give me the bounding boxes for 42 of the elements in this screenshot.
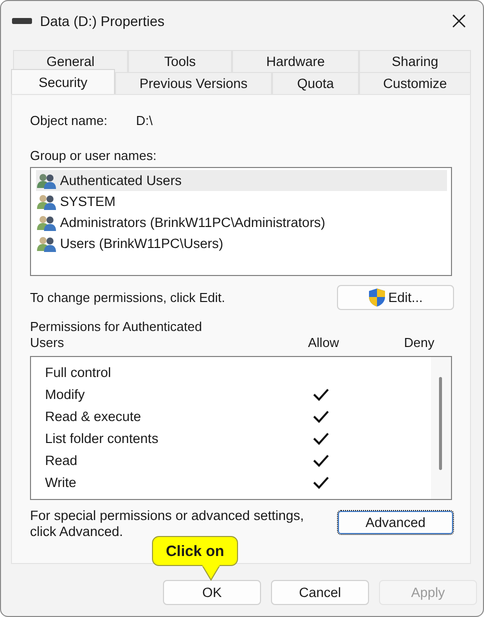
tab[interactable]: Security <box>11 69 115 94</box>
column-header: Deny <box>404 335 436 351</box>
shield-icon <box>368 288 386 307</box>
group-name: Authenticated Users <box>60 173 182 188</box>
close-icon <box>452 14 466 28</box>
scrollbar[interactable] <box>431 357 451 499</box>
group-name: Users (BrinkW11PC\Users) <box>60 236 224 251</box>
group-name: Administrators (BrinkW11PC\Administrators) <box>60 215 326 230</box>
group-item[interactable]: Authenticated Users <box>36 170 447 191</box>
group-name: SYSTEM <box>60 194 116 209</box>
users-icon <box>37 194 57 210</box>
tab[interactable]: Customize <box>359 72 471 94</box>
tab[interactable]: Previous Versions <box>115 72 272 94</box>
edit-hint: To change permissions, click Edit. <box>30 290 226 305</box>
permission-name: List folder contents <box>45 430 160 446</box>
permission-name: Write <box>45 474 78 490</box>
advanced-button[interactable]: Advanced <box>337 510 454 535</box>
permissions-label: Permissions for Authenticated Users <box>30 319 203 351</box>
tab[interactable]: Quota <box>272 72 359 94</box>
object-name-label: Object name: <box>30 112 108 128</box>
object-name-value: D:\ <box>136 112 153 128</box>
users-icon <box>37 172 57 188</box>
scrollbar-thumb[interactable] <box>439 377 442 470</box>
permission-name: Full control <box>45 364 112 380</box>
tab[interactable]: Tools <box>128 50 232 72</box>
dialog-button[interactable]: OK <box>163 580 261 605</box>
drive-icon <box>12 17 32 25</box>
permission-name: Read <box>45 452 78 468</box>
group-list-label: Group or user names: <box>30 148 158 163</box>
permission-name: Read & execute <box>45 408 142 424</box>
users-icon <box>37 236 57 252</box>
tab[interactable]: Hardware <box>232 50 359 72</box>
users-icon <box>37 214 57 230</box>
edit-button[interactable]: Edit... <box>337 285 454 310</box>
group-item[interactable]: SYSTEM <box>36 191 447 212</box>
window-title: Data (D:) Properties <box>40 13 166 29</box>
group-item[interactable]: Administrators (BrinkW11PC\Administrators) <box>36 212 447 233</box>
group-item[interactable]: Users (BrinkW11PC\Users) <box>36 233 447 254</box>
dialog-button[interactable]: Cancel <box>271 580 369 605</box>
tab[interactable]: Sharing <box>359 50 471 72</box>
column-header: Allow <box>307 335 340 351</box>
permission-name: Modify <box>45 386 86 402</box>
